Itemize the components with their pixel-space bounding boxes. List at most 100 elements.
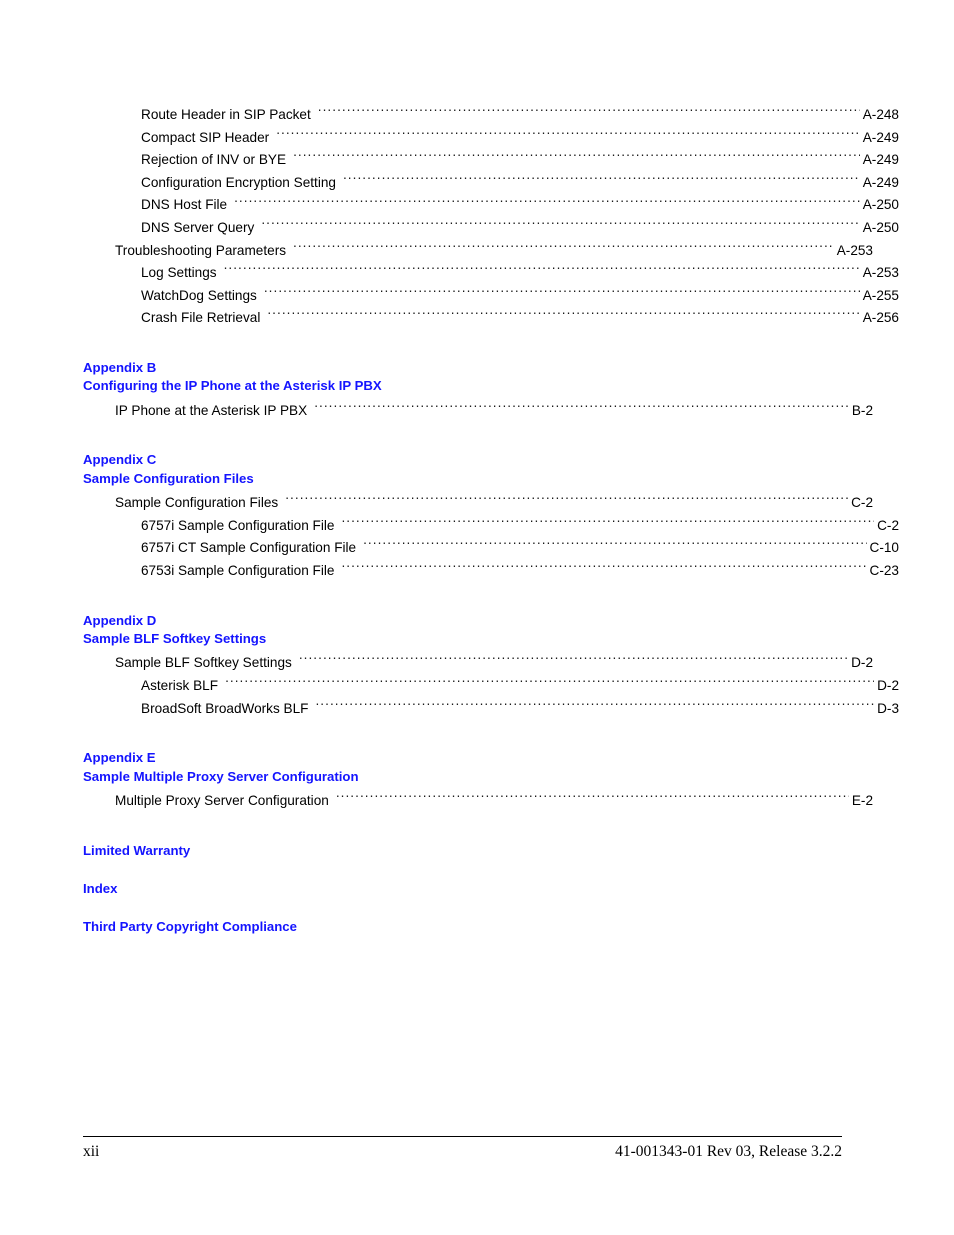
toc-entry[interactable]: Route Header in SIP Packet A-248 (83, 104, 899, 127)
toc-back-matter: Limited Warranty Index Third Party Copyrig… (83, 813, 841, 937)
footer-page-number: xii (83, 1143, 100, 1160)
toc-dot-leader (293, 241, 834, 255)
toc-dot-leader (264, 286, 860, 300)
toc-entry-page-number: A-253 (836, 242, 873, 258)
toc-entry-page-number: A-249 (862, 152, 899, 168)
toc-entry-page-number: D-3 (877, 700, 899, 716)
toc-entry[interactable]: 6757i Sample Configuration File C-2 (83, 515, 899, 538)
toc-entry-title: Rejection of INV or BYE (141, 152, 287, 168)
toc-entry-title: BroadSoft BroadWorks BLF (141, 700, 309, 716)
toc-entry[interactable]: 6757i CT Sample Configuration File C-10 (83, 537, 899, 560)
toc-entry[interactable]: DNS Host File A-250 (83, 194, 899, 217)
toc-entry[interactable]: IP Phone at the Asterisk IP PBX B-2 (83, 400, 873, 423)
toc-entry-title: IP Phone at the Asterisk IP PBX (115, 402, 308, 418)
toc-entry[interactable]: WatchDog Settings A-255 (83, 285, 899, 308)
toc-entry-title: Asterisk BLF (141, 677, 219, 693)
toc-entry-page-number: A-253 (862, 265, 899, 281)
toc-entry-title: Log Settings (141, 265, 217, 281)
toc-appendices: Appendix B Configuring the IP Phone at th… (83, 330, 899, 813)
appendix-label[interactable]: Appendix B (83, 359, 841, 377)
toc-entry[interactable]: Log Settings A-253 (83, 262, 899, 285)
toc-entry-page-number: C-2 (877, 517, 899, 533)
appendix-section: Appendix B Configuring the IP Phone at th… (83, 359, 873, 422)
toc-entry-title: 6753i Sample Configuration File (141, 562, 335, 578)
toc-entry[interactable]: Sample BLF Softkey Settings D-2 (83, 652, 873, 675)
toc-dot-leader (363, 539, 866, 553)
toc-entry-title: 6757i CT Sample Configuration File (141, 540, 357, 556)
toc-dot-leader (234, 196, 860, 210)
appendix-title[interactable]: Sample BLF Softkey Settings (83, 630, 841, 648)
toc-dot-leader (341, 516, 874, 530)
appendix-label[interactable]: Appendix D (83, 612, 841, 630)
toc-entry[interactable]: Asterisk BLF D-2 (83, 675, 899, 698)
appendix-title[interactable]: Configuring the IP Phone at the Asterisk… (83, 377, 841, 395)
toc-entry[interactable]: Sample Configuration Files C-2 (83, 492, 873, 515)
toc-entry-page-number: D-2 (877, 677, 899, 693)
toc-entry-title: WatchDog Settings (141, 287, 257, 303)
toc-dot-leader (341, 561, 866, 575)
toc-entry-title: Crash File Retrieval (141, 310, 261, 326)
toc-dot-leader (285, 494, 848, 508)
toc-entry[interactable]: DNS Server Query A-250 (83, 217, 899, 240)
toc-entry-page-number: C-2 (851, 495, 873, 511)
toc-dot-leader (318, 105, 860, 119)
toc-entry-title: Configuration Encryption Setting (141, 174, 336, 190)
toc-dot-leader (343, 173, 860, 187)
toc-entry-title: DNS Host File (141, 197, 228, 213)
toc-entry[interactable]: Configuration Encryption Setting A-249 (83, 172, 899, 195)
toc-entry-page-number: C-10 (869, 540, 899, 556)
toc-entry-page-number: A-250 (862, 219, 899, 235)
toc-dot-leader (315, 699, 874, 713)
appendix-title[interactable]: Sample Configuration Files (83, 470, 841, 488)
toc-entry-title: Compact SIP Header (141, 129, 270, 145)
toc-entry[interactable]: Compact SIP Header A-249 (83, 127, 899, 150)
toc-dot-leader (261, 218, 859, 232)
document-page: Route Header in SIP Packet A-248 Compact S… (0, 0, 954, 1235)
toc-entry-title: Sample BLF Softkey Settings (115, 655, 292, 671)
toc-dot-leader (299, 654, 848, 668)
toc-entry-title: 6757i Sample Configuration File (141, 517, 335, 533)
toc-entry[interactable]: Troubleshooting Parameters A-253 (83, 240, 873, 263)
toc-dot-leader (276, 128, 860, 142)
toc-dot-leader (336, 791, 849, 805)
back-matter-heading[interactable]: Limited Warranty (83, 842, 841, 860)
footer-divider (83, 1136, 842, 1137)
appendix-section: Appendix C Sample Configuration Files Samp… (83, 451, 899, 582)
toc-entry-page-number: B-2 (851, 402, 873, 418)
toc-entry-page-number: D-2 (851, 655, 873, 671)
appendix-label[interactable]: Appendix E (83, 749, 841, 767)
toc-entry-page-number: A-249 (862, 129, 899, 145)
appendix-label[interactable]: Appendix C (83, 451, 841, 469)
toc-dot-leader (267, 309, 859, 323)
toc-entry[interactable]: BroadSoft BroadWorks BLF D-3 (83, 698, 899, 721)
toc-entry-title: Route Header in SIP Packet (141, 107, 311, 122)
toc-entry-title: DNS Server Query (141, 219, 255, 235)
toc-dot-leader (224, 264, 860, 278)
toc-entry[interactable]: Multiple Proxy Server Configuration E-2 (83, 790, 873, 813)
back-matter-heading[interactable]: Third Party Copyright Compliance (83, 918, 841, 936)
toc-entry[interactable]: Rejection of INV or BYE A-249 (83, 149, 899, 172)
appendix-title[interactable]: Sample Multiple Proxy Server Configurati… (83, 768, 841, 786)
toc-entry[interactable]: 6753i Sample Configuration File C-23 (83, 560, 899, 583)
toc-dot-leader (225, 676, 874, 690)
toc-entry-page-number: A-256 (862, 310, 899, 326)
toc-entry[interactable]: Crash File Retrieval A-256 (83, 307, 899, 330)
toc-entry-page-number: A-248 (862, 107, 899, 122)
toc-entry-page-number: E-2 (851, 792, 873, 808)
toc-entry-page-number: C-23 (869, 562, 899, 578)
toc-entry-page-number: A-250 (862, 197, 899, 213)
table-of-contents: Route Header in SIP Packet A-248 Compact S… (83, 104, 899, 937)
back-matter-heading[interactable]: Index (83, 880, 841, 898)
appendix-section: Appendix E Sample Multiple Proxy Server C… (83, 749, 873, 812)
toc-entry-title: Multiple Proxy Server Configuration (115, 792, 329, 808)
appendix-section: Appendix D Sample BLF Softkey Settings Sam… (83, 612, 899, 721)
toc-entry-page-number: A-249 (862, 174, 899, 190)
toc-entry-title: Sample Configuration Files (115, 495, 279, 511)
